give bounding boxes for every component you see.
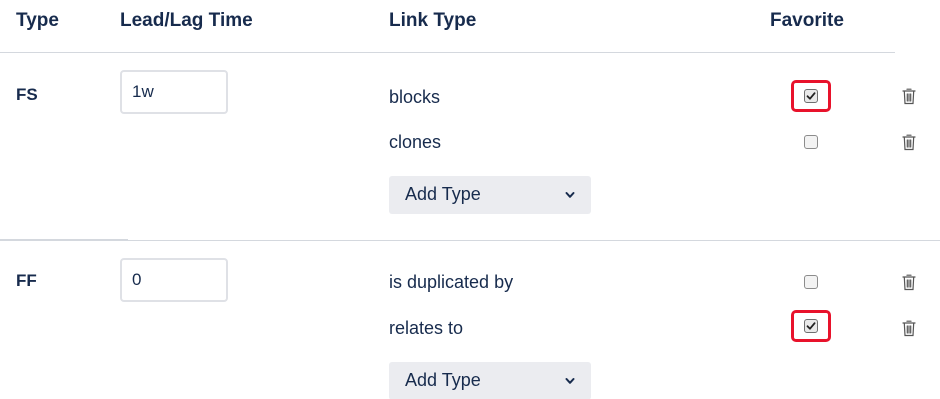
- add-type-label: Add Type: [405, 184, 481, 204]
- trash-icon[interactable]: [902, 134, 916, 151]
- trash-icon[interactable]: [902, 320, 916, 337]
- column-header-type: Type: [16, 10, 59, 31]
- favorite-checkbox[interactable]: [804, 89, 818, 103]
- column-header-favorite: Favorite: [770, 10, 844, 31]
- link-type-label: is duplicated by: [389, 272, 514, 292]
- trash-icon[interactable]: [902, 88, 916, 105]
- add-type-label: Add Type: [405, 370, 481, 390]
- favorite-checkbox[interactable]: [804, 135, 818, 149]
- group-divider: [0, 240, 940, 241]
- link-types-table: Type Lead/Lag Time Link Type Favorite FS…: [0, 0, 940, 399]
- favorite-checkbox[interactable]: [804, 275, 818, 289]
- trash-icon[interactable]: [902, 274, 916, 291]
- group-type-label: FS: [16, 85, 38, 104]
- link-type-label: clones: [389, 132, 442, 152]
- checkmark-icon: [806, 322, 816, 330]
- column-header-lead-lag-time: Lead/Lag Time: [120, 10, 253, 31]
- add-type-select[interactable]: Add Type: [389, 176, 591, 214]
- header-divider: [0, 52, 895, 53]
- link-type-label: relates to: [389, 318, 464, 338]
- checkmark-icon: [806, 92, 816, 100]
- lead-lag-time-input[interactable]: [120, 258, 228, 302]
- group-divider-accent: [0, 239, 128, 241]
- chevron-down-icon: [565, 378, 575, 384]
- chevron-down-icon: [565, 192, 575, 198]
- lead-lag-time-input[interactable]: [120, 70, 228, 114]
- group-type-label: FF: [16, 271, 37, 290]
- column-header-link-type: Link Type: [389, 10, 477, 31]
- link-type-label: blocks: [389, 87, 441, 107]
- favorite-checkbox[interactable]: [804, 319, 818, 333]
- add-type-select[interactable]: Add Type: [389, 362, 591, 399]
